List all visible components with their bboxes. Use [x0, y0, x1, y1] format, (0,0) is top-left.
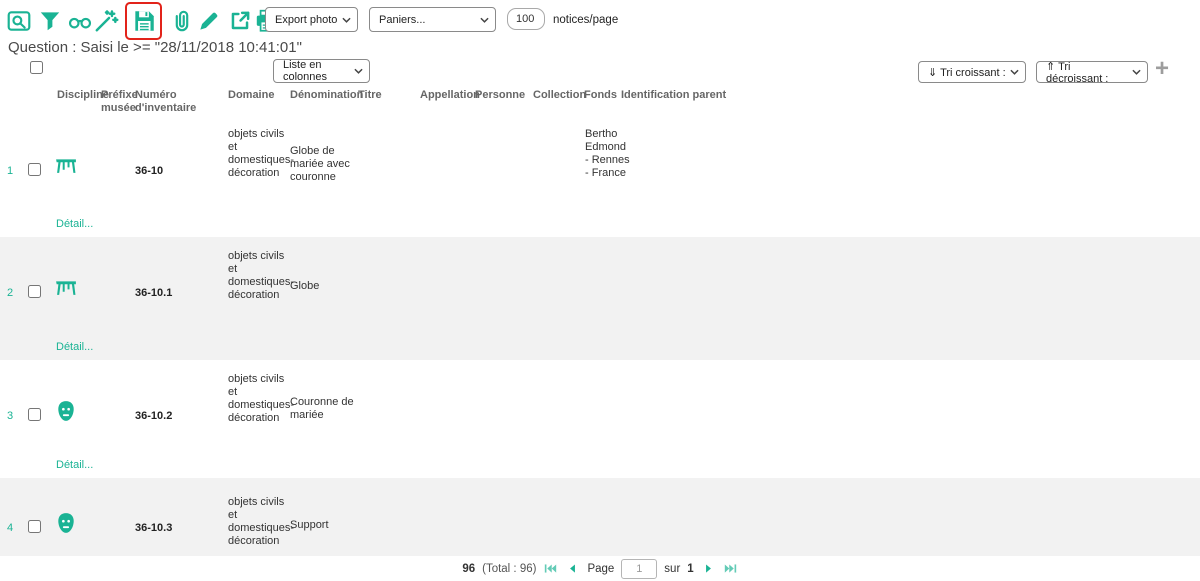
- row-number-link[interactable]: 3: [7, 410, 13, 423]
- page-separator: sur: [664, 563, 680, 575]
- inventory-number: 36-10.1: [135, 287, 172, 300]
- domaine-cell: objets civils et domestiques- décoration: [228, 373, 294, 425]
- sort-ascending-select-label: ⇓ Tri croissant :: [928, 66, 1006, 79]
- result-total: (Total : 96): [482, 563, 536, 575]
- denomination-cell: Support: [290, 496, 368, 554]
- column-header-domaine: Domaine: [228, 89, 274, 102]
- column-header-numero-inventaire: Numéro d'inventaire: [135, 89, 196, 115]
- records-list-screen: Export photo Paniers... notices/page Que…: [0, 0, 1200, 581]
- column-header-titre: Titre: [358, 89, 382, 102]
- domaine-cell: objets civils et domestiques- décoration: [228, 128, 294, 180]
- paperclip-icon[interactable]: [169, 8, 195, 34]
- chevron-down-icon: [1010, 69, 1019, 75]
- export-icon[interactable]: [227, 8, 253, 34]
- mask-object-icon: [55, 400, 77, 422]
- column-header-personne: Personne: [475, 89, 525, 102]
- sort-descending-select-label: ⇑ Tri décroissant :: [1046, 60, 1129, 85]
- page-label: Page: [587, 563, 614, 575]
- row-number-link[interactable]: 4: [7, 522, 13, 535]
- notices-per-page-input[interactable]: [507, 8, 545, 30]
- inventory-number: 36-10: [135, 165, 163, 178]
- domaine-cell: objets civils et domestiques- décoration: [228, 250, 294, 302]
- table-row: 2 36-10.1 objets civils et domestiques- …: [0, 237, 1200, 360]
- toolbar: Export photo Paniers... notices/page: [0, 0, 1200, 44]
- denomination-cell: Couronne de mariée: [290, 373, 368, 445]
- save-highlight-box: [125, 2, 162, 40]
- row-checkbox[interactable]: [28, 520, 41, 533]
- table-object-icon: [55, 155, 77, 177]
- previous-page-icon[interactable]: [565, 562, 580, 575]
- next-page-icon[interactable]: [701, 562, 716, 575]
- table-object-icon: [55, 277, 77, 299]
- detail-link[interactable]: Détail...: [56, 341, 93, 354]
- row-checkbox[interactable]: [28, 163, 41, 176]
- detail-link[interactable]: Détail...: [56, 459, 93, 472]
- row-number-link[interactable]: 2: [7, 287, 13, 300]
- result-count: 96: [462, 563, 475, 575]
- column-header-prefixe-musee: Préfixe musée: [101, 89, 138, 115]
- filter-icon[interactable]: [37, 8, 63, 34]
- chevron-down-icon: [354, 68, 363, 74]
- paniers-select[interactable]: Paniers...: [369, 7, 496, 32]
- mask-object-icon: [55, 512, 77, 534]
- chevron-down-icon: [342, 17, 351, 23]
- table-header-row: Discipline Préfixe musée Numéro d'invent…: [0, 89, 1200, 115]
- denomination-cell: Globe de mariée avec couronne: [290, 128, 368, 200]
- list-mode-select[interactable]: Liste en colonnes: [273, 59, 370, 83]
- detail-link[interactable]: Détail...: [56, 218, 93, 231]
- page-number-input[interactable]: [621, 559, 657, 579]
- add-sort-criterion-icon[interactable]: +: [1155, 57, 1169, 81]
- list-mode-select-label: Liste en colonnes: [283, 59, 351, 83]
- save-icon[interactable]: [131, 8, 157, 34]
- chevron-down-icon: [1132, 69, 1141, 75]
- sort-descending-select[interactable]: ⇑ Tri décroissant :: [1036, 61, 1148, 83]
- last-page-icon[interactable]: [723, 562, 738, 575]
- column-header-identification-parent: Identification parent: [621, 89, 726, 102]
- row-checkbox[interactable]: [28, 408, 41, 421]
- sort-ascending-select[interactable]: ⇓ Tri croissant :: [918, 61, 1026, 83]
- query-summary: Question : Saisi le >= "28/11/2018 10:41…: [8, 39, 302, 56]
- magic-wand-icon[interactable]: [93, 8, 119, 34]
- inventory-number: 36-10.2: [135, 410, 172, 423]
- column-header-collection: Collection: [533, 89, 586, 102]
- inventory-number: 36-10.3: [135, 522, 172, 535]
- table-row: 1 36-10 objets civils et domestiques- dé…: [0, 115, 1200, 237]
- chevron-down-icon: [480, 17, 489, 23]
- row-checkbox[interactable]: [28, 285, 41, 298]
- select-all-checkbox[interactable]: [30, 61, 43, 74]
- export-photo-select[interactable]: Export photo: [265, 7, 358, 32]
- fonds-cell: Bertho Edmond - Rennes - France: [585, 128, 649, 180]
- column-header-appellation: Appellation: [420, 89, 480, 102]
- denomination-cell: Globe: [290, 250, 368, 322]
- first-page-icon[interactable]: [543, 562, 558, 575]
- pencil-icon[interactable]: [196, 8, 222, 34]
- row-number-link[interactable]: 1: [7, 165, 13, 178]
- column-header-fonds: Fonds: [584, 89, 617, 102]
- glasses-icon[interactable]: [67, 8, 93, 34]
- column-header-denomination: Dénomination: [290, 89, 363, 102]
- notices-per-page-label: notices/page: [553, 14, 618, 26]
- paniers-select-label: Paniers...: [379, 14, 425, 26]
- table-row: 3 36-10.2 objets civils et domestiques- …: [0, 360, 1200, 478]
- domaine-cell: objets civils et domestiques- décoration: [228, 496, 294, 548]
- photo-search-icon[interactable]: [6, 8, 32, 34]
- pagination-bar: 96 (Total : 96) Page sur 1: [0, 556, 1200, 581]
- total-pages: 1: [687, 563, 693, 575]
- export-photo-select-label: Export photo: [275, 14, 337, 26]
- table-row: 4 36-10.3 objets civils et domestiques- …: [0, 478, 1200, 556]
